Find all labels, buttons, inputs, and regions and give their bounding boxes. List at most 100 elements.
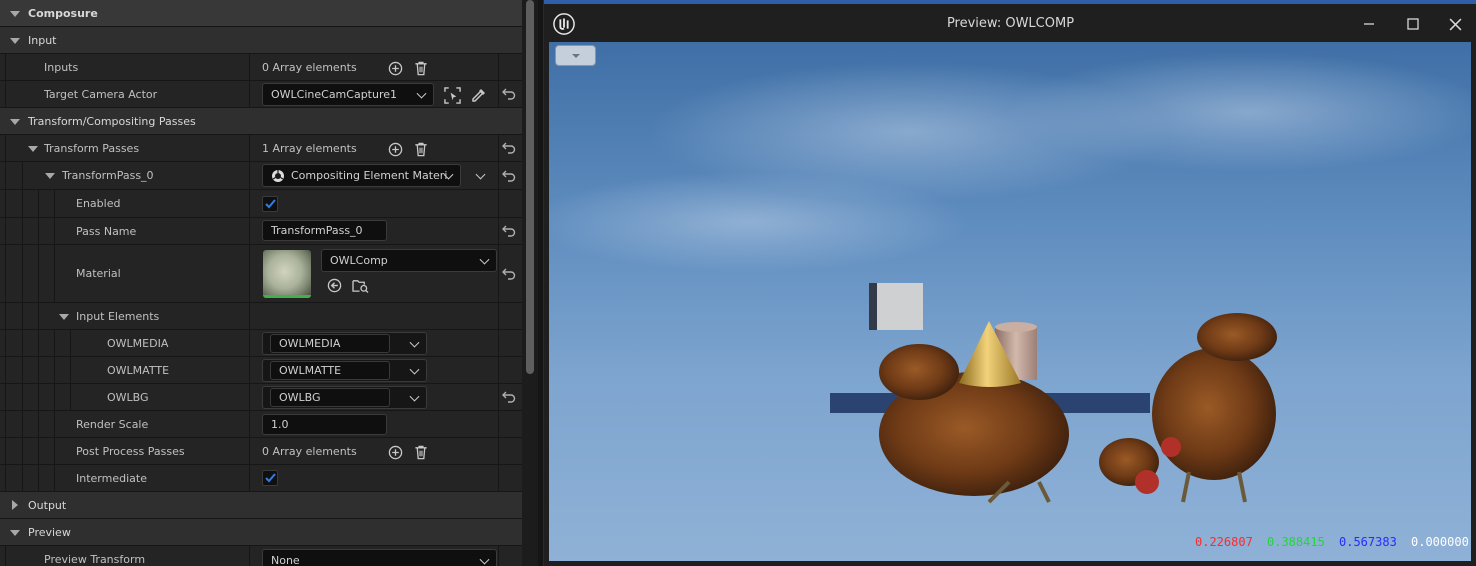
property-post-process-passes: Post Process Passes 0 Array elements <box>0 438 522 465</box>
expand-arrow-icon[interactable] <box>12 500 18 510</box>
pixel-value-blue: 0.567383 <box>1339 535 1397 549</box>
plus-circle-icon[interactable] <box>387 444 403 460</box>
collapse-arrow-icon[interactable] <box>10 530 20 536</box>
property-inputs: Inputs 0 Array elements <box>0 54 522 81</box>
plus-circle-icon[interactable] <box>387 60 403 76</box>
property-label: Material <box>76 267 121 280</box>
property-label: TransformPass_0 <box>62 169 154 182</box>
property-pass-name: Pass Name TransformPass_0 <box>0 218 522 245</box>
chevron-down-icon <box>479 554 490 565</box>
property-label: Preview Transform <box>44 552 146 566</box>
select-actor-icon[interactable] <box>443 86 461 104</box>
input-element-name[interactable]: OWLMEDIA <box>270 334 390 353</box>
dropdown-value: OWLCineCamCapture1 <box>271 88 398 101</box>
category-label: Preview <box>28 525 71 539</box>
intermediate-checkbox[interactable] <box>262 470 278 486</box>
minimize-icon[interactable] <box>1361 16 1377 32</box>
reset-arrow-icon[interactable] <box>502 224 516 238</box>
input-element-row: OWLMEDIA OWLMEDIA <box>0 330 522 357</box>
category-input[interactable]: Input <box>0 27 522 54</box>
close-icon[interactable] <box>1447 16 1463 32</box>
category-output[interactable]: Output <box>0 492 522 519</box>
array-count: 0 Array elements <box>262 60 357 74</box>
pixel-value-red: 0.226807 <box>1195 535 1253 549</box>
input-element-dropdown[interactable]: OWLBG <box>262 386 427 409</box>
collapse-arrow-icon[interactable] <box>10 11 20 17</box>
pixel-value-alpha: 0.000000 <box>1411 535 1469 549</box>
plus-circle-icon[interactable] <box>387 141 403 157</box>
collapse-arrow-icon[interactable] <box>10 38 20 44</box>
title-bar[interactable]: Preview: OWLCOMP <box>544 4 1476 42</box>
dropdown-value: Compositing Element Materi <box>291 169 448 182</box>
details-panel: Composure Input Inputs 0 Array elements … <box>0 0 522 566</box>
material-dropdown[interactable]: OWLComp <box>321 249 497 272</box>
collapse-arrow-icon[interactable] <box>59 314 69 320</box>
property-label: Enabled <box>76 197 121 210</box>
category-label: Transform/Compositing Passes <box>28 114 196 128</box>
input-element-row: OWLBG OWLBG <box>0 384 522 411</box>
chevron-down-icon[interactable] <box>473 169 487 183</box>
maximize-icon[interactable] <box>1405 16 1421 32</box>
property-input-elements: Input Elements <box>0 303 522 330</box>
collapse-arrow-icon[interactable] <box>10 119 20 125</box>
target-camera-dropdown[interactable]: OWLCineCamCapture1 <box>262 83 434 106</box>
pass-class-dropdown[interactable]: Compositing Element Materi <box>262 164 461 187</box>
reset-arrow-icon[interactable] <box>502 87 516 101</box>
property-label: Pass Name <box>76 224 137 238</box>
input-element-name[interactable]: OWLBG <box>270 388 390 407</box>
property-label: Input Elements <box>76 309 160 323</box>
property-label: Target Camera Actor <box>44 87 158 101</box>
reset-arrow-icon[interactable] <box>502 169 516 183</box>
chevron-down-icon <box>409 337 420 348</box>
render-scale-input[interactable]: 1.0 <box>262 414 387 435</box>
property-label: OWLMEDIA <box>107 336 169 350</box>
input-element-dropdown[interactable]: OWLMATTE <box>262 359 427 382</box>
details-scrollbar[interactable] <box>526 0 534 374</box>
property-label: OWLBG <box>107 390 149 404</box>
reset-arrow-icon[interactable] <box>502 390 516 404</box>
collapse-arrow-icon[interactable] <box>28 146 38 152</box>
property-intermediate: Intermediate <box>0 465 522 492</box>
category-label: Output <box>28 498 67 512</box>
enabled-checkbox[interactable] <box>262 196 278 212</box>
input-element-dropdown[interactable]: OWLMEDIA <box>262 332 427 355</box>
category-transform-passes[interactable]: Transform/Compositing Passes <box>0 108 522 135</box>
reset-arrow-icon[interactable] <box>502 267 516 281</box>
category-label: Input <box>28 33 57 47</box>
collapse-arrow-icon[interactable] <box>45 173 55 179</box>
dropdown-value: OWLComp <box>330 254 388 267</box>
property-target-camera: Target Camera Actor OWLCineCamCapture1 <box>0 81 522 108</box>
property-preview-transform: Preview Transform None <box>0 546 522 566</box>
preview-viewport[interactable]: 0.226807 0.388415 0.567383 0.000000 <box>549 42 1471 561</box>
find-in-browser-icon[interactable] <box>351 277 369 293</box>
preview-window: Preview: OWLCOMP 0.226807 0.388415 0.567… <box>543 0 1476 566</box>
property-label: Intermediate <box>76 471 147 485</box>
trash-icon[interactable] <box>413 141 429 157</box>
property-render-scale: Render Scale 1.0 <box>0 411 522 438</box>
property-label: Transform Passes <box>44 141 140 155</box>
browse-arrow-icon[interactable] <box>326 277 342 293</box>
chevron-down-icon <box>409 364 420 375</box>
preview-render <box>549 52 1471 504</box>
category-preview[interactable]: Preview <box>0 519 522 546</box>
chevron-down-icon <box>479 254 490 265</box>
property-enabled: Enabled <box>0 190 522 218</box>
category-composure[interactable]: Composure <box>0 0 522 27</box>
chevron-down-icon <box>416 88 427 99</box>
property-transform-pass-0: TransformPass_0 Compositing Element Mate… <box>0 162 522 190</box>
trash-icon[interactable] <box>413 60 429 76</box>
property-label: Post Process Passes <box>76 444 185 458</box>
input-element-name[interactable]: OWLMATTE <box>270 361 390 380</box>
pass-name-input[interactable]: TransformPass_0 <box>262 220 387 241</box>
viewport-options-button[interactable] <box>555 45 596 66</box>
reset-arrow-icon[interactable] <box>502 141 516 155</box>
preview-transform-dropdown[interactable]: None <box>262 549 497 566</box>
material-thumbnail[interactable] <box>263 250 311 298</box>
caret-down-icon <box>572 54 580 58</box>
trash-icon[interactable] <box>413 444 429 460</box>
array-count: 1 Array elements <box>262 141 357 155</box>
property-label: Inputs <box>44 60 79 74</box>
pixel-value-green: 0.388415 <box>1267 535 1325 549</box>
eyedropper-icon[interactable] <box>470 86 488 104</box>
dropdown-value: None <box>271 554 300 566</box>
